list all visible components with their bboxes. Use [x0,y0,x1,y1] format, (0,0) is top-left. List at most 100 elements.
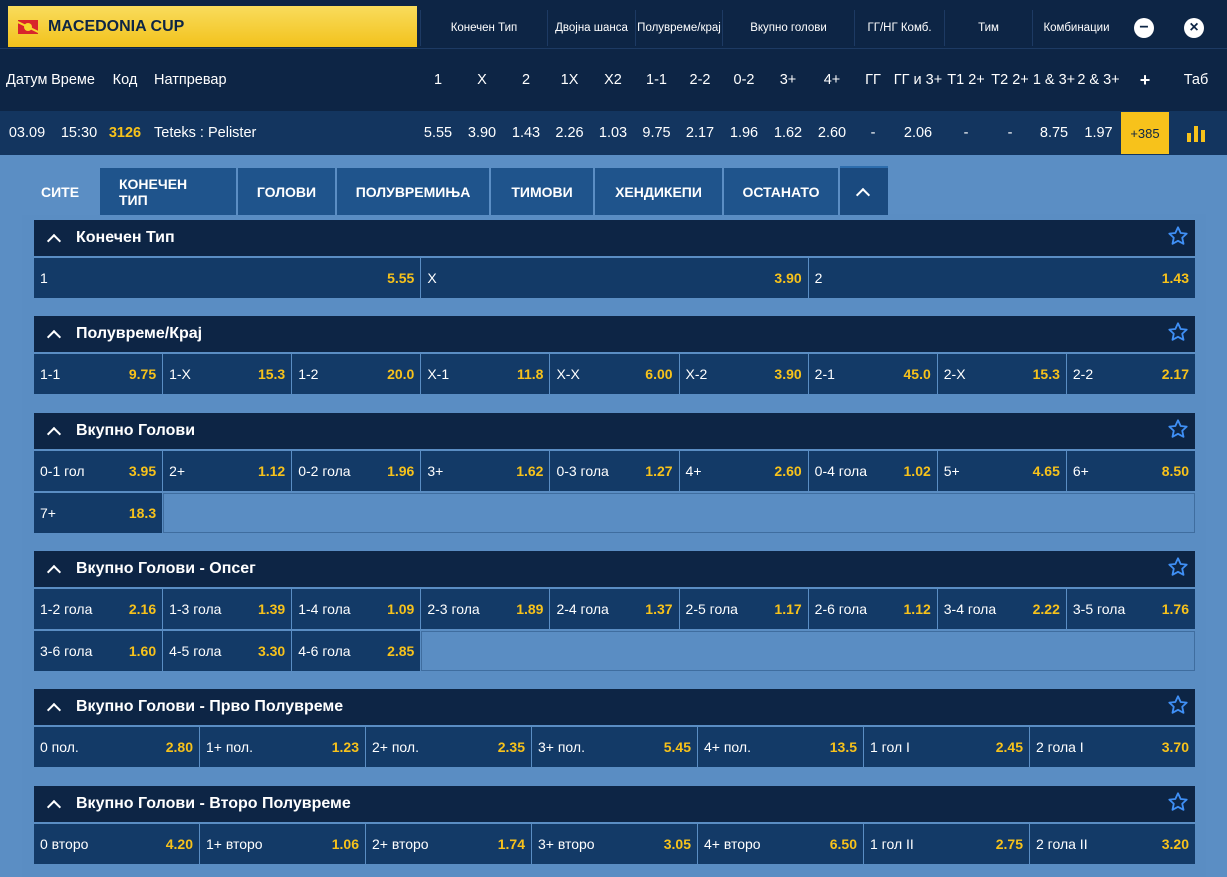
column-header: 1X [560,71,579,88]
odd-cell[interactable]: 2.60 [810,111,854,155]
favorite-star-icon [1168,695,1188,714]
odd-button[interactable]: X-X 6.00 [550,354,679,394]
odd-button[interactable]: 0-4 гола 1.02 [808,451,937,491]
odd-cell[interactable]: - [988,111,1032,155]
odd-button[interactable]: 1+ второ 1.06 [200,824,365,864]
market-title: Вкупно Голови - Опсег [76,560,256,577]
odd-button[interactable]: 6+ 8.50 [1066,451,1195,491]
odd-button[interactable]: X-2 3.90 [679,354,808,394]
match-row[interactable]: 03.09 15:30 3126 Teteks : Pelister 5.55 3.90 1… [0,111,1227,155]
odd-button[interactable]: 1 гол I 2.45 [864,727,1029,767]
tab-market-6[interactable]: ОСТАНАТО [724,166,838,215]
stats-button[interactable] [1171,111,1221,155]
odd-button[interactable]: 1-2 20.0 [292,354,421,394]
odd-button[interactable]: 3-5 гола 1.76 [1066,589,1195,629]
odd-cell[interactable]: - [944,111,988,155]
tab-market-4[interactable]: ТИМОВИ [491,166,593,215]
odd-button[interactable]: 2-X 15.3 [937,354,1066,394]
odd-button[interactable]: 0 второ 4.20 [34,824,199,864]
odd-button[interactable]: 1 гол II 2.75 [864,824,1029,864]
tab-market-2[interactable]: ГОЛОВИ [238,166,335,215]
odd-button[interactable]: 1-1 9.75 [34,354,163,394]
odd-button[interactable]: 2 гола II 3.20 [1030,824,1195,864]
odd-button[interactable]: 0-1 гол 3.95 [34,451,163,491]
odd-button[interactable]: 2 гола I 3.70 [1030,727,1195,767]
odd-button[interactable]: 1-3 гола 1.39 [163,589,292,629]
odd-button[interactable]: 4-5 гола 3.30 [163,631,292,671]
odd-cell[interactable]: 9.75 [635,111,678,155]
odd-button[interactable]: 2-6 гола 1.12 [808,589,937,629]
add-column-button[interactable]: + [1121,49,1169,111]
odd-button[interactable]: 1 5.55 [34,258,421,298]
odd-button[interactable]: 3+ второ 3.05 [532,824,697,864]
favorite-button[interactable] [1167,321,1189,348]
odd-cell[interactable]: 8.75 [1032,111,1076,155]
market-header[interactable]: Вкупно Голови - Прво Полувреме [34,689,1195,725]
odd-cell[interactable]: 2.06 [892,111,944,155]
odd-cell[interactable]: 1.43 [504,111,548,155]
tab-market-5[interactable]: ХЕНДИКЕПИ [595,166,722,215]
odd-value: 1.37 [645,601,673,617]
market-header[interactable]: Вкупно Голови - Опсег [34,551,1195,587]
odd-button[interactable]: 0 пол. 2.80 [34,727,199,767]
odd-button[interactable]: 2 1.43 [808,258,1195,298]
odd-button[interactable]: 2+ пол. 2.35 [366,727,531,767]
favorite-button[interactable] [1167,791,1189,818]
tab-all[interactable]: СИТЕ [22,166,98,215]
odd-button[interactable]: 2+ второ 1.74 [366,824,531,864]
competition-banner[interactable]: MACEDONIA CUP [8,6,417,47]
odd-cell[interactable]: 1.96 [722,111,766,155]
odd-button[interactable]: 1-X 15.3 [163,354,292,394]
odd-cell[interactable]: 1.03 [591,111,635,155]
odd-value: 20.0 [387,366,415,382]
odd-button[interactable]: 2-2 2.17 [1066,354,1195,394]
collapse-tabs-button[interactable] [840,166,888,215]
odd-button[interactable]: 1-2 гола 2.16 [34,589,163,629]
odd-button[interactable]: 4+ 2.60 [679,451,808,491]
odd-button[interactable]: 0-3 гола 1.27 [550,451,679,491]
odd-cell[interactable]: 2.17 [678,111,722,155]
favorite-star-icon [1168,419,1188,438]
odd-button[interactable]: X-1 11.8 [421,354,550,394]
odd-button[interactable]: 2-1 45.0 [808,354,937,394]
odd-button[interactable]: 4+ пол. 13.5 [698,727,863,767]
close-button[interactable]: × [1171,10,1217,46]
odd-cell[interactable]: 1.62 [766,111,810,155]
odd-button[interactable]: 1+ пол. 1.23 [200,727,365,767]
more-markets-button[interactable]: +385 [1121,112,1169,154]
odd-button[interactable]: 4+ второ 6.50 [698,824,863,864]
favorite-button[interactable] [1167,694,1189,721]
odd-cell[interactable]: - [854,111,892,155]
odd-button[interactable]: 3+ 1.62 [421,451,550,491]
market-header[interactable]: Полувреме/Крај [34,316,1195,352]
odd-button[interactable]: 2-5 гола 1.17 [679,589,808,629]
odd-button[interactable]: 2-3 гола 1.89 [421,589,550,629]
favorite-button[interactable] [1167,225,1189,252]
odd-button[interactable]: 3-4 гола 2.22 [937,589,1066,629]
odd-button[interactable]: 7+ 18.3 [34,493,163,533]
collapse-all-button[interactable]: − [1121,10,1167,46]
favorite-button[interactable] [1167,556,1189,583]
tab-market-3[interactable]: ПОЛУВРЕМИЊА [337,166,489,215]
odd-cell[interactable]: 3.90 [460,111,504,155]
match-name[interactable]: Teteks : Pelister [148,111,416,155]
odd-button[interactable]: 2+ 1.12 [163,451,292,491]
odd-button[interactable]: 3-6 гола 1.60 [34,631,163,671]
odd-cell[interactable]: 1.97 [1076,111,1121,155]
tab-market-1[interactable]: КОНЕЧЕН ТИП [100,166,236,215]
odd-button[interactable]: X 3.90 [421,258,808,298]
odd-value: 9.75 [128,366,157,382]
odd-button[interactable]: 4-6 гола 2.85 [292,631,421,671]
market-header[interactable]: Вкупно Голови - Второ Полувреме [34,786,1195,822]
odd-button[interactable]: 5+ 4.65 [937,451,1066,491]
odd-cell[interactable]: 2.26 [548,111,591,155]
odd-cell[interactable]: 5.55 [416,111,460,155]
odd-label: 2-1 [814,366,835,382]
odd-button[interactable]: 2-4 гола 1.37 [550,589,679,629]
odd-button[interactable]: 1-4 гола 1.09 [292,589,421,629]
favorite-button[interactable] [1167,418,1189,445]
market-header[interactable]: Вкупно Голови [34,413,1195,449]
market-header[interactable]: Конечен Тип [34,220,1195,256]
odd-button[interactable]: 3+ пол. 5.45 [532,727,697,767]
odd-button[interactable]: 0-2 гола 1.96 [292,451,421,491]
